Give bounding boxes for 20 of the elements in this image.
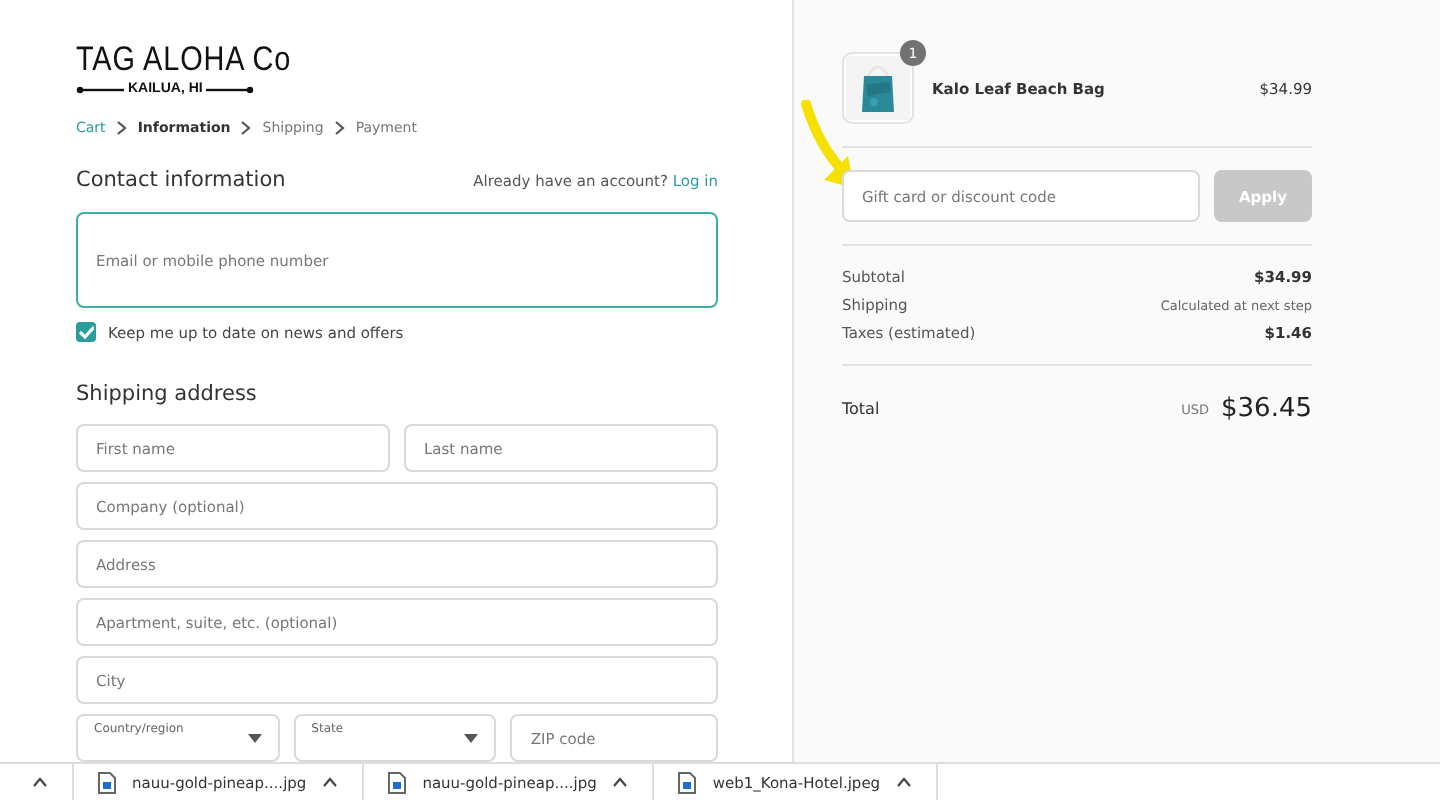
chevron-icon (115, 120, 128, 136)
dropdown-caret-icon (247, 733, 262, 743)
checkbox[interactable] (76, 322, 96, 342)
section-title: Shipping address (76, 382, 257, 406)
logo-wordmark: TAG ALOHA Co (76, 40, 292, 80)
chevron-icon (240, 120, 253, 136)
line-icon (206, 85, 255, 93)
chevron-up-icon[interactable] (322, 776, 339, 788)
dropdown-caret-icon (464, 733, 479, 743)
section-title: Contact information (76, 168, 286, 192)
file-icon (388, 771, 407, 793)
file-icon (678, 771, 697, 793)
line-icon (76, 85, 124, 93)
total-amount: $36.45 (1221, 394, 1312, 424)
chevron-up-icon[interactable] (896, 776, 913, 788)
chevron-icon (333, 120, 346, 136)
chevron-up-icon[interactable] (32, 776, 48, 788)
total-label: Total (842, 400, 880, 418)
file-icon (98, 771, 116, 793)
chevron-up-icon[interactable] (612, 776, 629, 788)
